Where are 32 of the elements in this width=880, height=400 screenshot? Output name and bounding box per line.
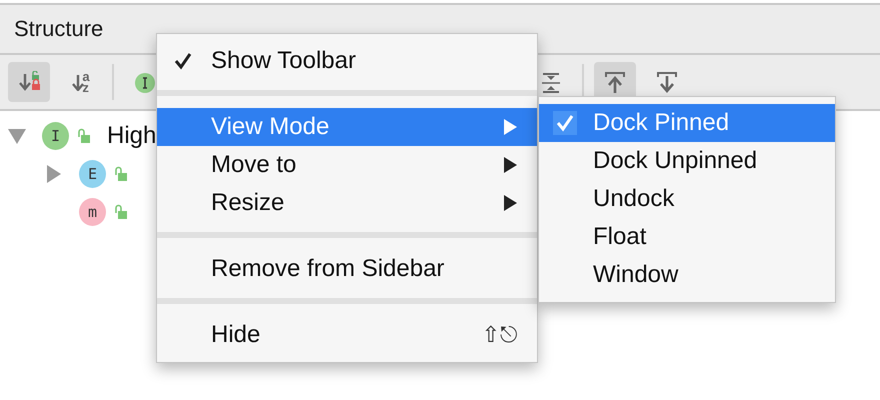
menu-item[interactable]: Hide ⇧⎋	[157, 316, 537, 354]
menu-item[interactable]: Resize	[157, 184, 537, 222]
type-badge: E	[79, 160, 106, 188]
menu-item[interactable]: Remove from Sidebar	[157, 250, 537, 288]
menu-item[interactable]: Undock	[539, 180, 835, 218]
collapsed-arrow-icon[interactable]	[45, 165, 63, 183]
menu-item[interactable]: View Mode	[157, 108, 537, 146]
expanded-arrow-icon[interactable]	[8, 127, 26, 145]
menu-item[interactable]: Move to	[157, 146, 537, 184]
menu-item[interactable]: Float	[539, 218, 835, 256]
panel-title: Structure	[14, 16, 104, 42]
menu-item[interactable]: Dock Unpinned	[539, 142, 835, 180]
menu-item[interactable]: Dock Pinned	[539, 104, 835, 142]
sort-letter: z	[82, 82, 89, 93]
tree-item-label[interactable]: High	[107, 122, 156, 150]
unlocked-lock-icon	[114, 166, 128, 182]
sort-alphabetical-icon	[72, 74, 84, 90]
interface-circle-icon	[134, 71, 156, 93]
collapse-icon	[540, 71, 562, 93]
unlocked-lock-icon	[114, 204, 128, 220]
shortcut-label: ⇧⎋	[482, 322, 517, 348]
type-badge: m	[79, 198, 106, 226]
pin-top-icon	[604, 71, 626, 93]
pin-bottom-icon	[656, 71, 678, 93]
sort-lock-icon	[18, 71, 40, 93]
menu-item[interactable]: Window	[539, 256, 835, 294]
sort-letter: a	[82, 71, 90, 82]
sort-lock-button[interactable]	[8, 62, 50, 102]
unlocked-lock-icon	[77, 128, 91, 144]
menu-item[interactable]: Show Toolbar	[157, 42, 537, 80]
sort-alphabetical-button[interactable]: a z	[60, 62, 102, 102]
type-badge: I	[42, 122, 69, 150]
